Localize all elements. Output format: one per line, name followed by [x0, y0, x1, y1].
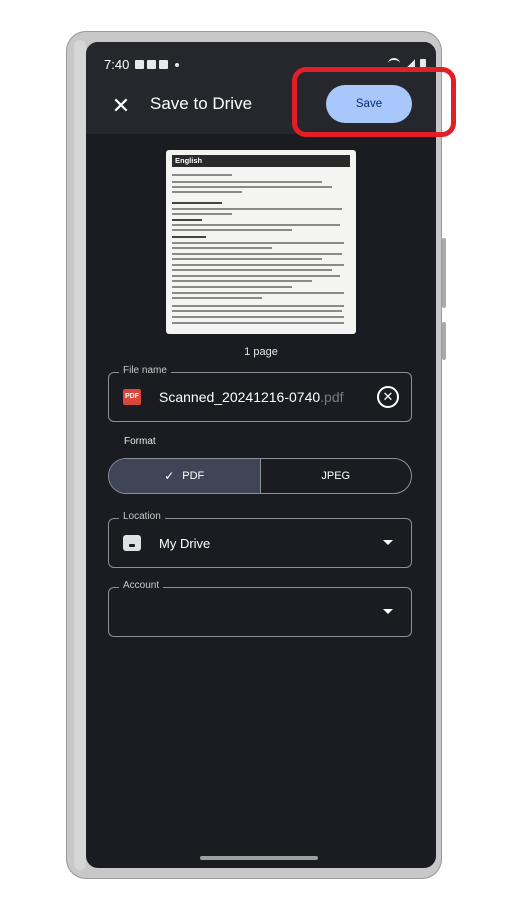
file-extension: .pdf [320, 389, 344, 405]
doc-line [172, 181, 322, 183]
doc-line [172, 253, 342, 255]
status-time: 7:40 [104, 57, 130, 72]
location-dropdown[interactable]: Location My Drive [108, 511, 412, 568]
doc-line [172, 202, 222, 204]
doc-line [172, 292, 344, 294]
drive-icon [123, 535, 141, 551]
check-icon: ✓ [164, 469, 175, 483]
doc-line [172, 242, 344, 244]
doc-line [172, 174, 232, 176]
doc-line [172, 208, 342, 210]
doc-line [172, 305, 344, 307]
format-option-label: JPEG [321, 470, 351, 482]
doc-line [172, 297, 262, 299]
doc-line [172, 224, 340, 226]
file-name-field[interactable]: File name PDF Scanned_20241216-0740.pdf … [108, 365, 412, 422]
format-option-pdf[interactable]: ✓ PDF [109, 459, 261, 493]
file-name-value: Scanned_20241216-0740 [159, 389, 321, 405]
doc-line [172, 191, 242, 193]
doc-line [172, 264, 344, 266]
dropdown-arrow-icon [383, 540, 393, 545]
page-count: 1 page [244, 346, 278, 358]
document-preview[interactable]: English [166, 150, 356, 334]
clear-icon[interactable]: ✕ [377, 386, 399, 408]
doc-line [172, 219, 202, 221]
volume-button [442, 238, 446, 308]
doc-line [172, 247, 272, 249]
account-label: Account [119, 580, 164, 591]
doc-heading: English [172, 155, 350, 167]
gesture-bar[interactable] [200, 856, 318, 860]
doc-line [172, 310, 342, 312]
status-bar: 7:40 [104, 57, 180, 72]
close-icon: ✕ [111, 93, 131, 118]
power-button [442, 322, 446, 360]
doc-line [172, 322, 344, 324]
more-notifications-icon [175, 62, 180, 67]
file-name-input[interactable]: Scanned_20241216-0740.pdf [159, 389, 344, 405]
doc-line [172, 275, 340, 277]
notification-icons [135, 60, 180, 69]
doc-line [172, 236, 206, 238]
message-icon [159, 60, 169, 69]
account-dropdown[interactable]: Account [108, 580, 412, 637]
page-title: Save to Drive [150, 94, 253, 113]
phone-screen: 7:40 ✕ Save to Drive Save English 1 page… [86, 42, 436, 868]
dropdown-arrow-icon [383, 609, 393, 614]
doc-line [172, 186, 332, 188]
location-label: Location [119, 511, 165, 522]
pdf-file-icon: PDF [123, 389, 141, 405]
doc-line [172, 229, 292, 231]
doc-line [172, 280, 312, 282]
location-value: My Drive [159, 536, 211, 551]
format-toggle: ✓ PDF JPEG [108, 458, 412, 494]
format-label: Format [124, 436, 156, 447]
doc-line [172, 286, 292, 288]
doc-line [172, 258, 322, 260]
phone-edge [74, 40, 86, 870]
file-name-label: File name [119, 365, 171, 376]
highlight-box [292, 67, 456, 137]
doc-line [172, 316, 344, 318]
close-button[interactable]: ✕ [110, 95, 132, 117]
doc-line [172, 213, 232, 215]
gallery-icon [135, 60, 145, 69]
doc-line [172, 269, 332, 271]
format-option-label: PDF [182, 470, 205, 482]
format-option-jpeg[interactable]: JPEG [261, 459, 412, 493]
scan-icon [147, 60, 157, 69]
